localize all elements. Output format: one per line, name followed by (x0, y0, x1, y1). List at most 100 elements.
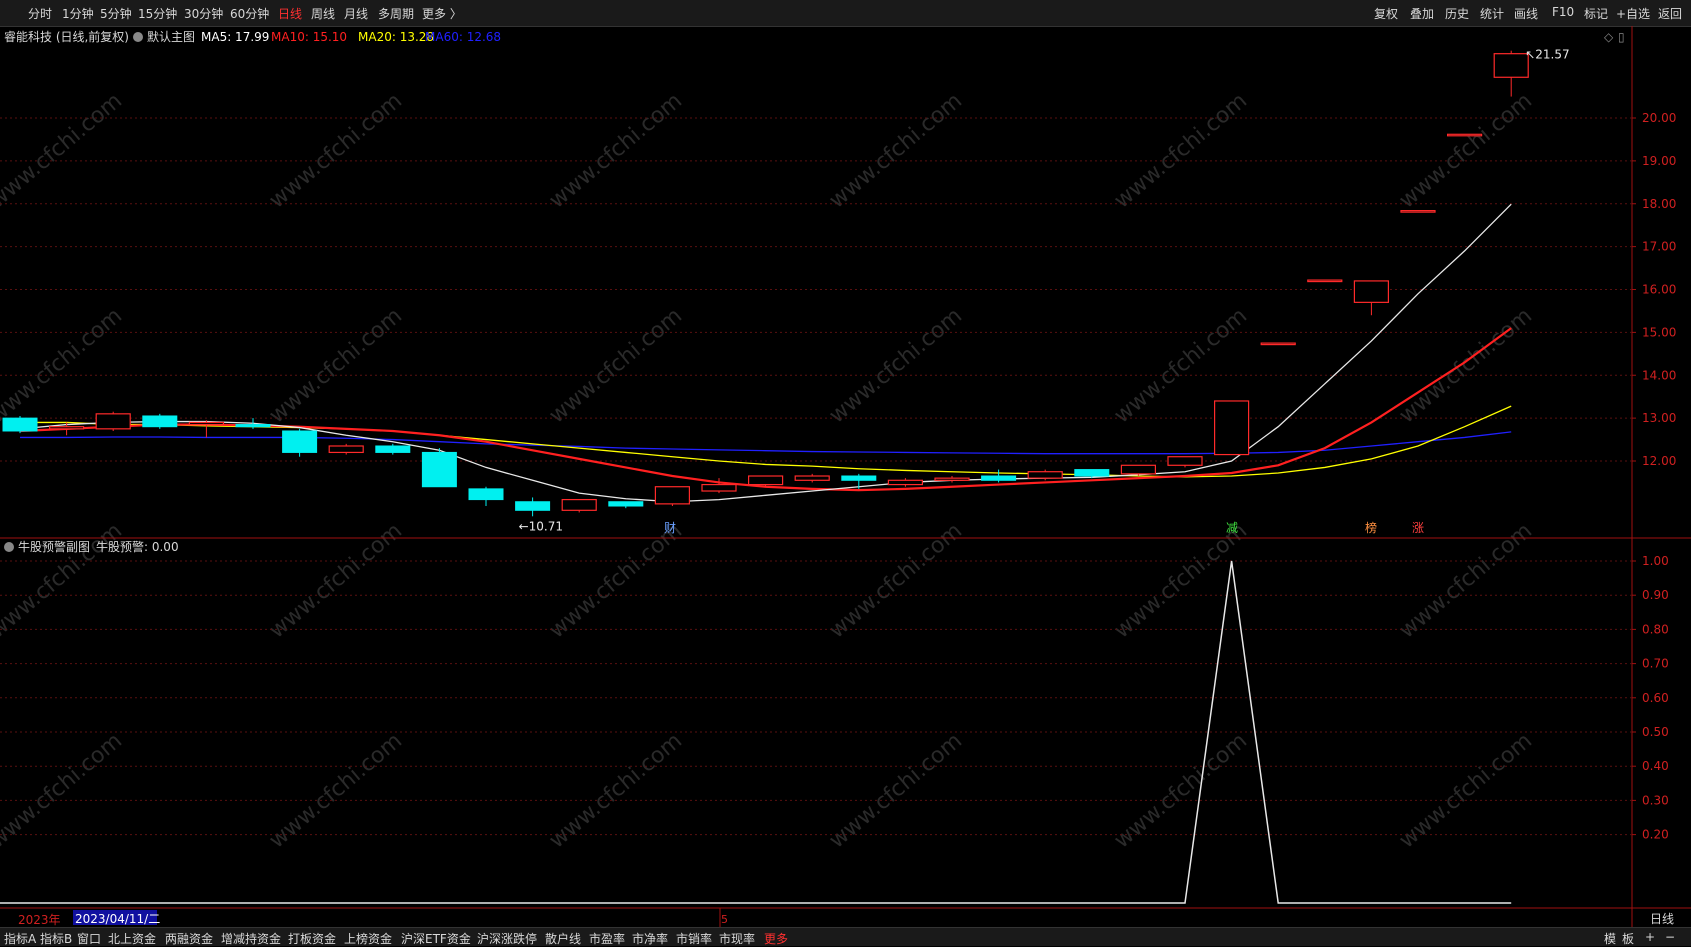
period-tab-5[interactable]: 60分钟 (230, 5, 269, 22)
watermark-text: www.cfchi.com (545, 518, 687, 643)
candle-body[interactable] (981, 475, 1017, 481)
diamond-icon[interactable]: ◇ (1604, 30, 1614, 44)
ma-legend-3: MA60: 12.68 (425, 30, 501, 44)
candle-body[interactable] (1260, 342, 1296, 346)
indicator-tab-7[interactable]: 上榜资金 (344, 930, 392, 947)
candle-body[interactable] (188, 421, 224, 426)
indicator-tab-15[interactable]: 更多 (764, 930, 788, 947)
toolbar-button-6[interactable]: 标记 (1584, 5, 1608, 22)
candle-body[interactable] (95, 413, 131, 430)
candle-body[interactable] (1353, 280, 1390, 303)
candle-body[interactable] (1120, 464, 1157, 475)
period-tab-4[interactable]: 30分钟 (184, 5, 223, 22)
toolbar-button-1[interactable]: 叠加 (1410, 5, 1434, 22)
toolbar-button-5[interactable]: F10 (1552, 5, 1574, 19)
indicator-tab-10[interactable]: 散户线 (545, 930, 581, 947)
toolbar-button-3[interactable]: 统计 (1480, 5, 1504, 22)
label-layer: 20.00 19.00 18.00 17.00 16.00 15.00 14.00 13.00… (4, 29, 1676, 927)
toolbar-button-7[interactable]: +自选 (1616, 5, 1650, 22)
toolbar-button-8[interactable]: 返回 (1658, 5, 1682, 22)
watermark-text: www.cfchi.com (825, 303, 967, 428)
candle-body[interactable] (235, 424, 271, 428)
chevron-down-icon[interactable] (133, 32, 143, 42)
main-ytick-label: 14.00 (1642, 368, 1676, 382)
candle-body[interactable] (561, 498, 597, 511)
window-icon[interactable]: ▯ (1618, 30, 1625, 44)
candle-body[interactable] (48, 426, 85, 430)
watermark-text: www.cfchi.com (0, 303, 127, 428)
candle-body[interactable] (794, 475, 830, 481)
candle-body[interactable] (1213, 400, 1250, 456)
candle-body[interactable] (1167, 456, 1203, 466)
ma-line-ma60 (20, 431, 1512, 455)
chart-area[interactable]: www.cfchi.com www.cfchi.com www.cfchi.com w… (0, 26, 1691, 927)
candle-body[interactable] (1074, 469, 1110, 477)
event-marker[interactable]: 榜 (1365, 520, 1377, 535)
watermark-text: www.cfchi.com (1110, 88, 1252, 213)
toolbar-button-0[interactable]: 复权 (1374, 5, 1398, 22)
event-marker[interactable]: 减 (1226, 521, 1238, 535)
indicator-tab-14[interactable]: 市现率 (719, 930, 755, 947)
period-tab-8[interactable]: 月线 (344, 5, 368, 22)
period-tab-7[interactable]: 周线 (311, 5, 335, 22)
indicator-tab-0[interactable]: 指标A (4, 930, 36, 947)
candle-body[interactable] (468, 488, 504, 501)
sub-ytick-label: 0.40 (1642, 759, 1669, 773)
indicator-tab-5[interactable]: 增减持资金 (221, 930, 281, 947)
indicator-tab-3[interactable]: 北上资金 (108, 930, 156, 947)
candle-body[interactable] (282, 430, 318, 453)
candle-body[interactable] (142, 415, 178, 428)
candle-body[interactable] (1446, 133, 1483, 137)
candle-body[interactable] (841, 475, 877, 481)
indicator-tab-4[interactable]: 两融资金 (165, 930, 213, 947)
candle-body[interactable] (421, 451, 457, 488)
chevron-down-icon[interactable] (4, 542, 14, 552)
period-tab-2[interactable]: 5分钟 (100, 5, 132, 22)
period-tab-6[interactable]: 日线 (278, 5, 302, 22)
watermark-text: www.cfchi.com (545, 88, 687, 213)
period-tab-10[interactable]: 更多 〉 (422, 5, 462, 22)
toolbar-button-4[interactable]: 画线 (1514, 5, 1538, 22)
bottom-tool-0[interactable]: 模 (1604, 930, 1616, 947)
candle-body[interactable] (1400, 210, 1436, 213)
candle-body[interactable] (608, 501, 644, 507)
candle-body[interactable] (2, 417, 38, 432)
candle-body[interactable] (1027, 471, 1063, 479)
watermark-text: www.cfchi.com (265, 518, 407, 643)
bottom-tool-2[interactable]: + (1645, 930, 1655, 944)
ma-legend-1: MA10: 15.10 (271, 30, 347, 44)
indicator-tab-1[interactable]: 指标B (40, 930, 72, 947)
indicator-tab-2[interactable]: 窗口 (77, 930, 101, 947)
indicator-tab-11[interactable]: 市盈率 (589, 930, 625, 947)
candle-body[interactable] (1493, 53, 1529, 78)
period-tab-9[interactable]: 多周期 (378, 5, 414, 22)
candle-body[interactable] (701, 483, 737, 492)
sub-ytick-label: 0.80 (1642, 622, 1669, 636)
candle-body[interactable] (747, 475, 784, 486)
bottom-tool-3[interactable]: − (1665, 930, 1675, 944)
toolbar-button-2[interactable]: 历史 (1445, 5, 1469, 22)
period-tab-1[interactable]: 1分钟 (62, 5, 94, 22)
main-ytick-label: 15.00 (1642, 325, 1676, 339)
event-marker[interactable]: 涨 (1412, 520, 1424, 535)
indicator-tab-8[interactable]: 沪深ETF资金 (401, 930, 471, 947)
bottom-tool-1[interactable]: 板 (1622, 930, 1634, 947)
candle-body[interactable] (515, 501, 551, 511)
indicator-tab-9[interactable]: 沪深涨跌停 (477, 930, 537, 947)
period-tab-0[interactable]: 分时 (28, 5, 52, 22)
candle-body[interactable] (654, 486, 691, 505)
period-tab-3[interactable]: 15分钟 (138, 5, 177, 22)
candle-body[interactable] (1307, 279, 1343, 283)
main-chart-layer[interactable] (2, 50, 1529, 517)
watermark-text: www.cfchi.com (1110, 518, 1252, 643)
sub-ytick-label: 0.90 (1642, 588, 1669, 602)
event-marker[interactable]: 财 (664, 521, 676, 535)
candle-body[interactable] (934, 477, 970, 481)
indicator-tab-6[interactable]: 打板资金 (288, 930, 336, 947)
main-ytick-label: 18.00 (1642, 197, 1676, 211)
candle-body[interactable] (328, 445, 364, 454)
indicator-tab-13[interactable]: 市销率 (676, 930, 712, 947)
indicator-tab-12[interactable]: 市净率 (632, 930, 668, 947)
candle-body[interactable] (375, 445, 411, 453)
candle-body[interactable] (887, 479, 924, 486)
